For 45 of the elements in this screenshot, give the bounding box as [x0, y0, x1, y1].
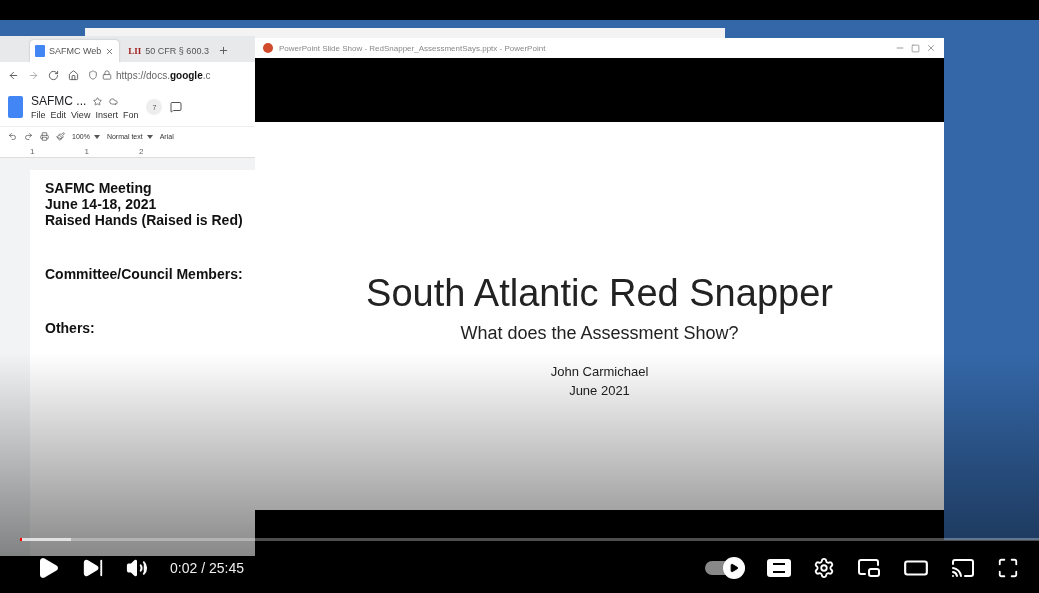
browser-tab[interactable]: SAFMC Web — [30, 40, 120, 62]
menu-item[interactable]: Fon — [122, 110, 139, 120]
document-text: Raised Hands (Raised is Red) — [45, 212, 244, 228]
docs-icon — [8, 96, 23, 118]
home-icon[interactable] — [68, 69, 79, 81]
next-button[interactable] — [82, 557, 104, 579]
time-display: 0:02 / 25:45 — [170, 560, 244, 576]
back-icon[interactable] — [8, 69, 19, 81]
document-text: Committee/Council Members: — [45, 266, 244, 282]
reload-icon[interactable] — [48, 69, 59, 81]
close-tab-icon[interactable] — [105, 46, 115, 56]
captions-button[interactable] — [767, 559, 791, 577]
slide-author: John Carmichael — [550, 364, 649, 379]
play-icon — [729, 563, 739, 573]
star-icon[interactable] — [93, 96, 103, 106]
menu-item[interactable]: View — [71, 110, 91, 120]
redo-icon[interactable] — [24, 131, 33, 141]
document-text: June 14-18, 2021 — [45, 196, 158, 212]
settings-button[interactable] — [813, 557, 835, 579]
volume-button[interactable] — [126, 557, 148, 579]
close-icon[interactable] — [926, 43, 936, 53]
cast-button[interactable] — [951, 556, 975, 580]
buffered-bar — [20, 538, 71, 541]
cloud-icon — [109, 96, 119, 106]
slide-subtitle: What does the Assessment Show? — [460, 323, 739, 344]
window-title: PowerPoint Slide Show - RedSnapper_AssessmentSays.pptx - PowerPoint — [279, 43, 547, 53]
document-text: Others: — [45, 320, 96, 336]
app-icon — [263, 43, 273, 53]
menu-item[interactable]: Insert — [95, 110, 118, 120]
document-text: SAFMC Meeting — [45, 180, 153, 196]
slide-title: South Atlantic Red Snapper — [366, 272, 833, 315]
paint-format-icon[interactable] — [56, 131, 65, 141]
browser-tab[interactable]: LII 50 CFR § 600.3 — [123, 40, 214, 62]
slide-date: June 2021 — [569, 383, 630, 398]
document-title[interactable]: SAFMC ... — [31, 94, 87, 108]
menu-item[interactable]: Edit — [50, 110, 67, 120]
print-icon[interactable] — [40, 131, 49, 141]
new-tab-icon[interactable] — [217, 45, 229, 56]
menu-item[interactable]: File — [31, 110, 46, 120]
comment-icon[interactable] — [170, 101, 183, 113]
fullscreen-button[interactable] — [997, 557, 1019, 579]
progress-bar[interactable] — [20, 538, 1039, 541]
undo-icon[interactable] — [8, 131, 17, 141]
miniplayer-button[interactable] — [857, 556, 881, 580]
ruler: 1 1 2 — [0, 145, 255, 158]
